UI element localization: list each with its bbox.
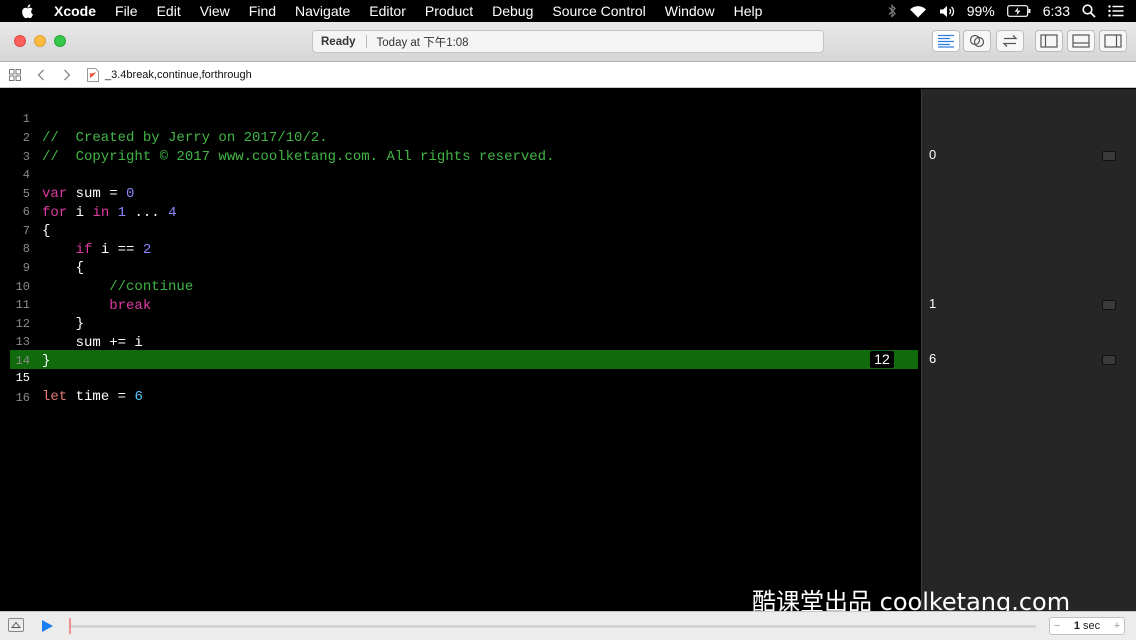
navigator-panel-icon	[1040, 34, 1058, 48]
wifi-icon[interactable]	[909, 5, 927, 18]
standard-editor-icon	[938, 34, 954, 48]
code-line[interactable]: 7 if i == 2	[0, 203, 921, 258]
bluetooth-icon[interactable]	[887, 4, 897, 18]
breadcrumb-file[interactable]: _3.4break,continue,forthrough	[105, 69, 252, 81]
inline-result-badge[interactable]: 12	[870, 351, 894, 368]
menu-product[interactable]: Product	[425, 3, 473, 19]
code-text: let time = 6	[42, 389, 143, 405]
assistant-editor-icon	[969, 34, 985, 48]
close-window-button[interactable]	[14, 35, 26, 47]
spotlight-search-icon[interactable]	[1082, 4, 1096, 18]
activity-divider	[365, 35, 367, 48]
menu-app-xcode[interactable]: Xcode	[54, 3, 96, 19]
quick-look-icon[interactable]	[1102, 300, 1116, 310]
version-editor-icon	[1002, 35, 1018, 47]
volume-icon[interactable]	[939, 5, 955, 18]
result-value[interactable]: 1	[929, 296, 936, 311]
line-number: 16	[15, 391, 30, 405]
result-value[interactable]: 6	[929, 351, 936, 366]
code-line[interactable]: 8 {	[0, 221, 921, 276]
code-line[interactable]: 5 for i in 1 ... 4	[0, 166, 921, 221]
quick-look-icon[interactable]	[1102, 355, 1116, 365]
version-editor-button[interactable]	[996, 30, 1024, 52]
menu-view[interactable]: View	[200, 3, 230, 19]
code-line-current[interactable]: 15 let time = 6	[0, 350, 921, 405]
code-line[interactable]: 3	[0, 129, 921, 164]
triangle-up-icon	[11, 621, 21, 628]
zoom-window-button[interactable]	[54, 35, 66, 47]
notification-center-icon[interactable]	[1108, 5, 1124, 17]
standard-editor-button[interactable]	[932, 30, 960, 52]
code-line[interactable]: 4 var sum = 0	[0, 147, 921, 202]
battery-icon[interactable]	[1006, 5, 1031, 17]
forward-chevron-icon[interactable]	[60, 68, 74, 82]
jump-bar: _3.4break,continue,forthrough	[0, 62, 1136, 88]
increment-button[interactable]: +	[1110, 620, 1124, 632]
debug-panel-icon	[1072, 34, 1090, 48]
back-chevron-icon[interactable]	[34, 68, 48, 82]
related-items-grid-icon[interactable]	[8, 68, 22, 82]
menu-bar: Xcode File Edit View Find Navigate Edito…	[0, 0, 1136, 22]
menu-debug[interactable]: Debug	[492, 3, 533, 19]
run-speed-stepper[interactable]: − 1 sec +	[1049, 617, 1125, 635]
code-line[interactable]: 12 sum += i	[0, 296, 921, 351]
menu-navigate[interactable]: Navigate	[295, 3, 350, 19]
code-line[interactable]: 11 }	[0, 277, 921, 332]
code-line[interactable]: 2 // Copyright © 2017 www.coolketang.com…	[0, 110, 921, 165]
decrement-button[interactable]: −	[1050, 620, 1064, 632]
apple-logo-icon[interactable]	[20, 3, 36, 19]
build-status: Ready	[321, 35, 356, 48]
debug-bar: − 1 sec +	[0, 611, 1136, 640]
minimize-window-button[interactable]	[34, 35, 46, 47]
stepper-value: 1 sec	[1064, 620, 1110, 632]
menu-help[interactable]: Help	[734, 3, 763, 19]
assistant-editor-button[interactable]	[963, 30, 991, 52]
menu-edit[interactable]: Edit	[157, 3, 181, 19]
battery-percent[interactable]: 99%	[967, 3, 995, 19]
menu-find[interactable]: Find	[249, 3, 276, 19]
status-menus: 99% 6:33	[887, 0, 1136, 22]
playground-file-icon	[86, 67, 100, 82]
menu-file[interactable]: File	[115, 3, 138, 19]
step-unit: sec	[1083, 620, 1101, 632]
code-line[interactable]: 13 }	[0, 314, 921, 369]
play-icon[interactable]	[40, 619, 54, 633]
step-value: 1	[1073, 620, 1080, 632]
toggle-utilities-button[interactable]	[1099, 30, 1127, 52]
results-sidebar: 0 1 6	[921, 89, 1136, 611]
menu-source-control[interactable]: Source Control	[552, 3, 645, 19]
window-toolbar: Ready Today at 下午1:08	[0, 22, 1136, 62]
toggle-navigator-button[interactable]	[1035, 30, 1063, 52]
timeline-scrubber[interactable]	[69, 618, 71, 634]
code-line[interactable]: 9 //continue	[0, 240, 921, 295]
code-line[interactable]: 16	[0, 370, 921, 405]
quick-look-icon[interactable]	[1102, 151, 1116, 161]
hide-debug-area-button[interactable]	[8, 618, 24, 632]
source-editor[interactable]: 1 // Created by Jerry on 2017/10/2. 2 //…	[0, 89, 921, 611]
toggle-debug-area-button[interactable]	[1067, 30, 1095, 52]
execution-timeline[interactable]	[70, 625, 1036, 628]
activity-viewer: Ready Today at 下午1:08	[312, 30, 824, 53]
result-value[interactable]: 0	[929, 147, 936, 162]
menu-window[interactable]: Window	[665, 3, 715, 19]
code-line[interactable]: 6 {	[0, 184, 921, 239]
code-line[interactable]: 1 // Created by Jerry on 2017/10/2.	[0, 91, 921, 146]
menu-editor[interactable]: Editor	[369, 3, 406, 19]
clock[interactable]: 6:33	[1043, 3, 1070, 19]
utilities-panel-icon	[1104, 34, 1122, 48]
build-timestamp: Today at 下午1:08	[376, 36, 469, 49]
code-line[interactable]: 10 break	[0, 259, 921, 314]
